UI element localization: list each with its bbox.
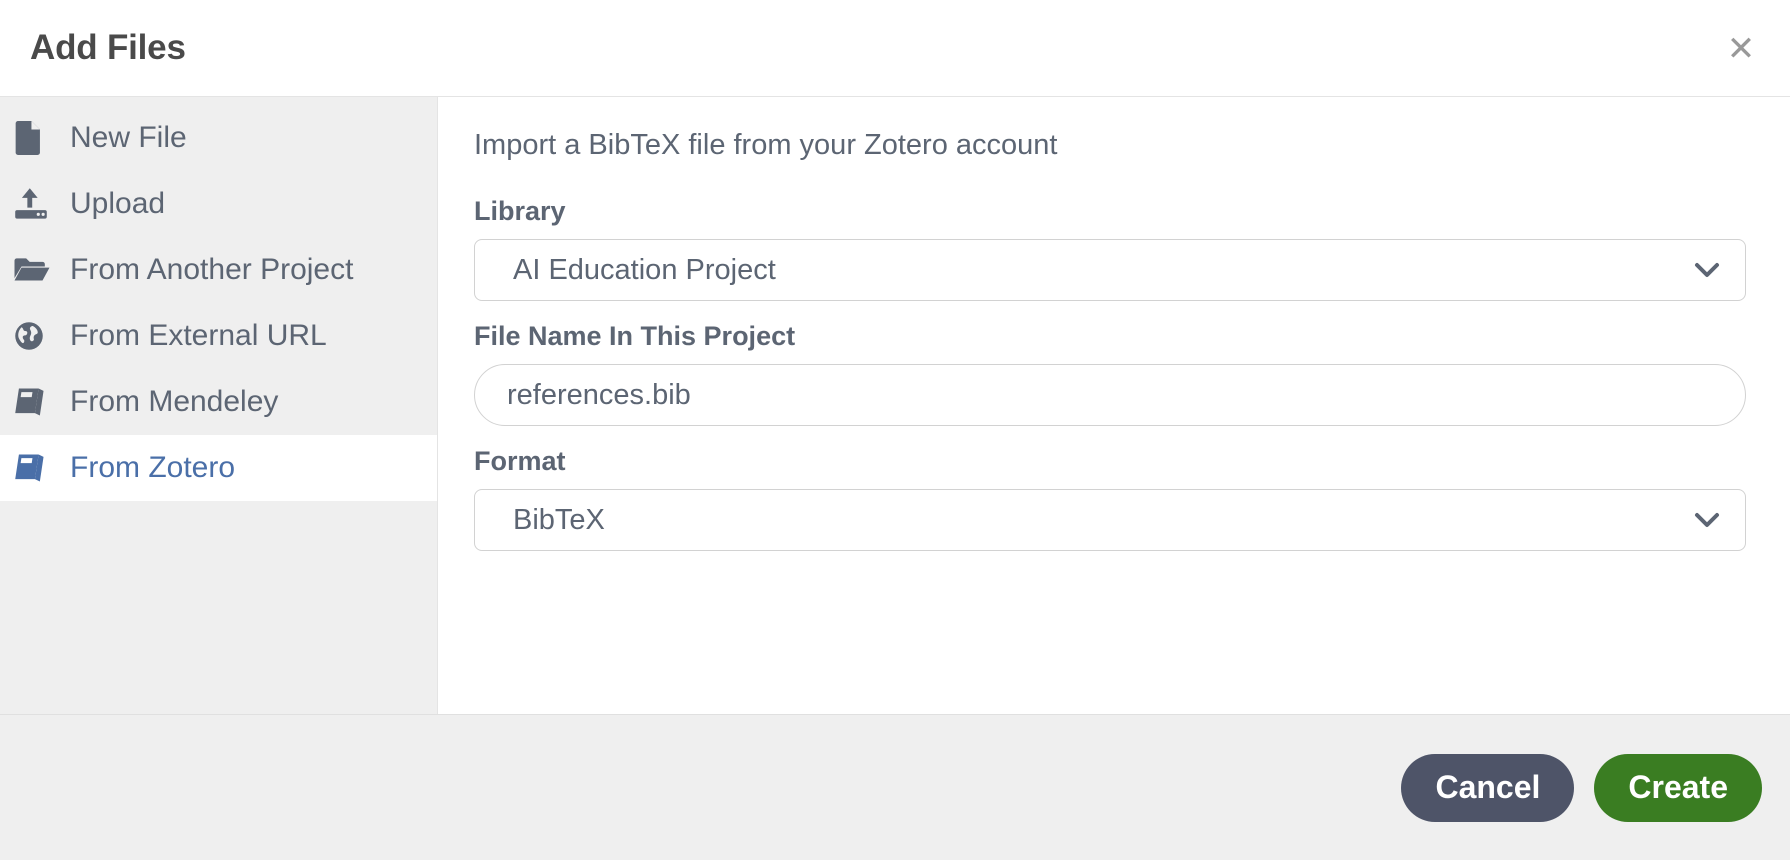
content-panel: Import a BibTeX file from your Zotero ac… xyxy=(438,97,1790,714)
sidebar-item-label: From Zotero xyxy=(70,451,236,484)
sidebar-item-label: Upload xyxy=(70,187,166,220)
add-files-modal: Add Files ✕ New File Upload From Another… xyxy=(0,0,1790,860)
create-button[interactable]: Create xyxy=(1594,753,1762,822)
file-name-label: File Name In This Project xyxy=(474,321,796,351)
modal-header: Add Files ✕ xyxy=(0,0,1790,97)
cancel-button[interactable]: Cancel xyxy=(1401,753,1575,822)
library-select[interactable]: AI Education Project xyxy=(474,239,1746,301)
modal-footer: Cancel Create xyxy=(0,714,1790,860)
format-label: Format xyxy=(474,446,566,476)
sidebar-item-from-zotero[interactable]: From Zotero xyxy=(0,435,437,501)
globe-icon xyxy=(14,321,60,351)
upload-icon xyxy=(14,188,60,220)
close-icon[interactable]: ✕ xyxy=(1720,28,1762,70)
library-label: Library xyxy=(474,196,566,226)
library-select-wrap: AI Education Project xyxy=(474,239,1746,301)
sidebar-item-label: From Mendeley xyxy=(70,385,279,418)
format-field-group: Format BibTeX xyxy=(474,446,1746,551)
file-name-input[interactable] xyxy=(474,364,1746,426)
library-field-group: Library AI Education Project xyxy=(474,196,1746,301)
sidebar-item-from-mendeley[interactable]: From Mendeley xyxy=(0,369,437,435)
format-select[interactable]: BibTeX xyxy=(474,489,1746,551)
book-icon xyxy=(14,453,60,483)
page-title: Add Files xyxy=(30,28,186,67)
file-name-field-group: File Name In This Project xyxy=(474,321,1746,426)
open-folder-icon xyxy=(14,256,60,284)
sidebar: New File Upload From Another Project Fro… xyxy=(0,97,438,714)
modal-body: New File Upload From Another Project Fro… xyxy=(0,97,1790,714)
file-icon xyxy=(14,121,60,155)
sidebar-item-from-external-url[interactable]: From External URL xyxy=(0,303,437,369)
format-select-wrap: BibTeX xyxy=(474,489,1746,551)
sidebar-item-from-another-project[interactable]: From Another Project xyxy=(0,237,437,303)
sidebar-item-label: From External URL xyxy=(70,319,327,352)
sidebar-item-new-file[interactable]: New File xyxy=(0,105,437,171)
book-icon xyxy=(14,387,60,417)
sidebar-item-label: New File xyxy=(70,121,187,154)
sidebar-item-upload[interactable]: Upload xyxy=(0,171,437,237)
sidebar-item-label: From Another Project xyxy=(70,253,354,286)
intro-text: Import a BibTeX file from your Zotero ac… xyxy=(474,129,1058,161)
